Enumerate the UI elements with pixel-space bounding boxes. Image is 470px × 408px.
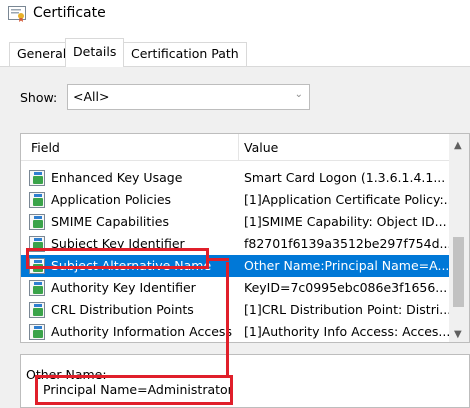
field-value: KeyID=7c0995ebc086e3f1656... <box>244 280 448 295</box>
field-icon <box>29 170 45 186</box>
field-value: [1]CRL Distribution Point: Distri... <box>244 302 449 317</box>
scrollbar-thumb[interactable] <box>453 237 464 307</box>
list-header: Field Value <box>21 134 449 161</box>
tab-certification-path[interactable]: Certification Path <box>123 42 247 66</box>
scroll-down-icon[interactable]: ▼ <box>454 329 462 340</box>
tab-details[interactable]: Details <box>65 38 125 67</box>
field-icon <box>29 214 45 230</box>
column-divider[interactable] <box>238 134 239 161</box>
field-name: CRL Distribution Points <box>51 302 194 317</box>
show-dropdown-value: <All> <box>73 89 110 104</box>
list-item[interactable]: Authority Information Access [1]Authorit… <box>21 321 449 342</box>
field-icon <box>29 280 45 296</box>
column-header-value[interactable]: Value <box>244 140 278 155</box>
certificate-icon <box>8 6 26 22</box>
chevron-down-icon: ⌄ <box>294 89 303 100</box>
field-name: Authority Information Access <box>51 324 232 339</box>
list-item[interactable]: Application Policies [1]Application Cert… <box>21 189 449 211</box>
tab-strip: General Details Certification Path <box>0 38 470 67</box>
field-list[interactable]: Field Value Enhanced Key Usage Smart Car… <box>20 133 470 343</box>
list-item[interactable]: Authority Key Identifier KeyID=7c0995ebc… <box>21 277 449 299</box>
show-dropdown[interactable]: <All> ⌄ <box>67 84 310 110</box>
vertical-scrollbar[interactable]: ▲ ▼ <box>449 134 469 342</box>
field-icon <box>29 192 45 208</box>
field-value: Other Name:Principal Name=A... <box>244 258 449 273</box>
title-bar: Certificate <box>0 0 470 30</box>
annotation-connector <box>209 258 229 261</box>
list-item[interactable]: Enhanced Key Usage Smart Card Logon (1.3… <box>21 167 449 189</box>
field-icon <box>29 302 45 318</box>
field-name: Application Policies <box>51 192 172 207</box>
field-value: f82701f6139a3512be297f754d... <box>244 236 449 251</box>
field-icon <box>29 324 45 340</box>
scroll-up-icon[interactable]: ▲ <box>454 140 462 151</box>
field-value: [1]Authority Info Access: Acces... <box>244 324 449 339</box>
annotation-connector-line <box>226 262 229 377</box>
field-name: Authority Key Identifier <box>51 280 196 295</box>
show-label: Show: <box>20 90 58 105</box>
window-title: Certificate <box>33 5 106 21</box>
annotation-highlight-field <box>26 248 209 269</box>
annotation-highlight-value <box>35 375 233 405</box>
field-name: SMIME Capabilities <box>51 214 169 229</box>
field-value: Smart Card Logon (1.3.6.1.4.1... <box>244 170 446 185</box>
field-value: [1]Application Certificate Policy:... <box>244 192 449 207</box>
field-name: Enhanced Key Usage <box>51 170 183 185</box>
list-item[interactable]: CRL Distribution Points [1]CRL Distribut… <box>21 299 449 321</box>
field-value: [1]SMIME Capability: Object ID... <box>244 214 447 229</box>
list-item[interactable]: SMIME Capabilities [1]SMIME Capability: … <box>21 211 449 233</box>
column-header-field[interactable]: Field <box>31 140 60 155</box>
